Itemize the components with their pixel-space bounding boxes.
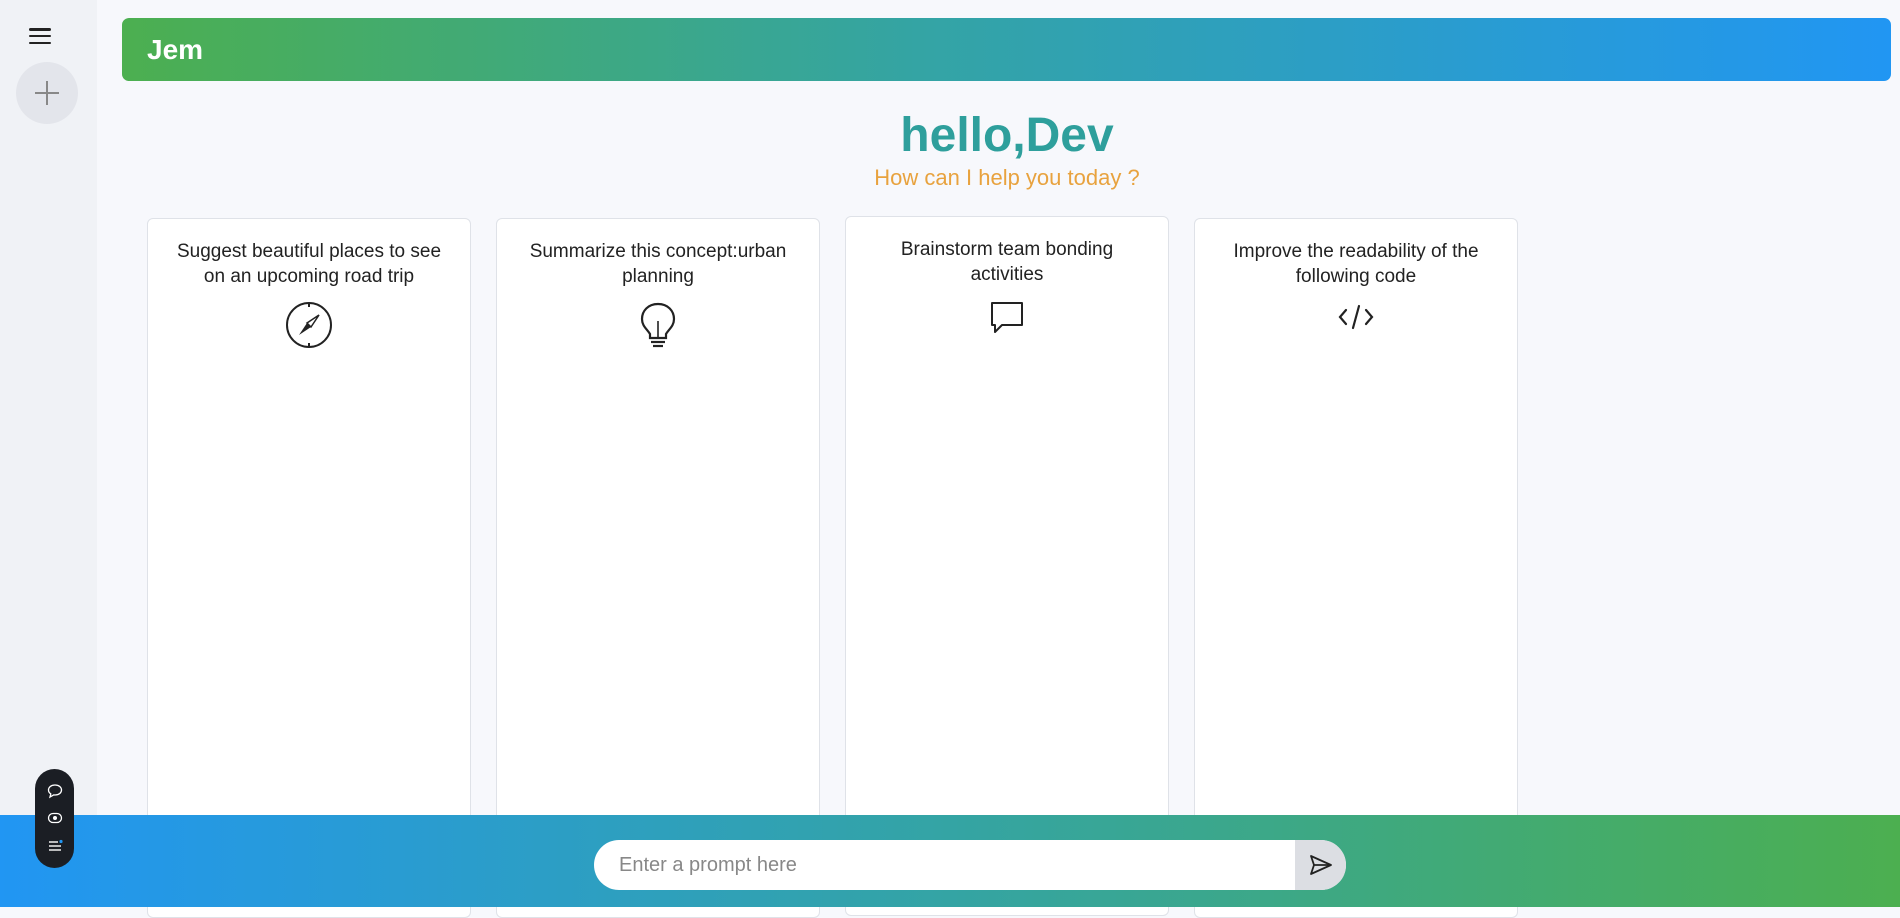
code-icon bbox=[1338, 304, 1374, 330]
greeting-subtitle: How can I help you today ? bbox=[874, 165, 1140, 190]
chat-bubble-button[interactable] bbox=[45, 781, 65, 801]
message-icon bbox=[991, 302, 1023, 333]
lightbulb-icon bbox=[640, 302, 676, 348]
suggestion-card-road-trip[interactable]: Suggest beautiful places to see on an up… bbox=[147, 218, 471, 918]
list-settings-icon bbox=[48, 840, 63, 851]
compass-icon bbox=[286, 302, 332, 348]
prompt-bar bbox=[594, 840, 1346, 890]
eye-icon bbox=[47, 813, 62, 824]
suggestion-card-team-bonding[interactable]: Brainstorm team bonding activities bbox=[845, 216, 1169, 916]
app-header: Jem bbox=[122, 18, 1891, 81]
card-text: Improve the readability of the following… bbox=[1233, 241, 1479, 287]
greeting-title: hello,Dev bbox=[900, 109, 1114, 162]
suggestion-card-urban-planning[interactable]: Summarize this concept:urban planning bbox=[496, 218, 820, 918]
hamburger-menu-icon[interactable] bbox=[28, 26, 52, 46]
list-settings-button[interactable] bbox=[45, 836, 65, 856]
chat-bubble-icon bbox=[47, 784, 62, 799]
send-icon bbox=[1309, 855, 1332, 875]
prompt-input[interactable] bbox=[594, 840, 1295, 890]
send-button[interactable] bbox=[1295, 840, 1346, 890]
brand-name: Jem bbox=[147, 33, 204, 65]
suggestion-card-code-readability[interactable]: Improve the readability of the following… bbox=[1194, 218, 1518, 918]
plus-icon bbox=[35, 81, 59, 105]
eye-button[interactable] bbox=[45, 808, 65, 828]
card-text: Suggest beautiful places to see on an up… bbox=[176, 241, 442, 287]
floating-toolbar bbox=[35, 769, 74, 868]
card-text: Summarize this concept:urban planning bbox=[529, 241, 787, 287]
card-text: Brainstorm team bonding activities bbox=[900, 239, 1114, 285]
